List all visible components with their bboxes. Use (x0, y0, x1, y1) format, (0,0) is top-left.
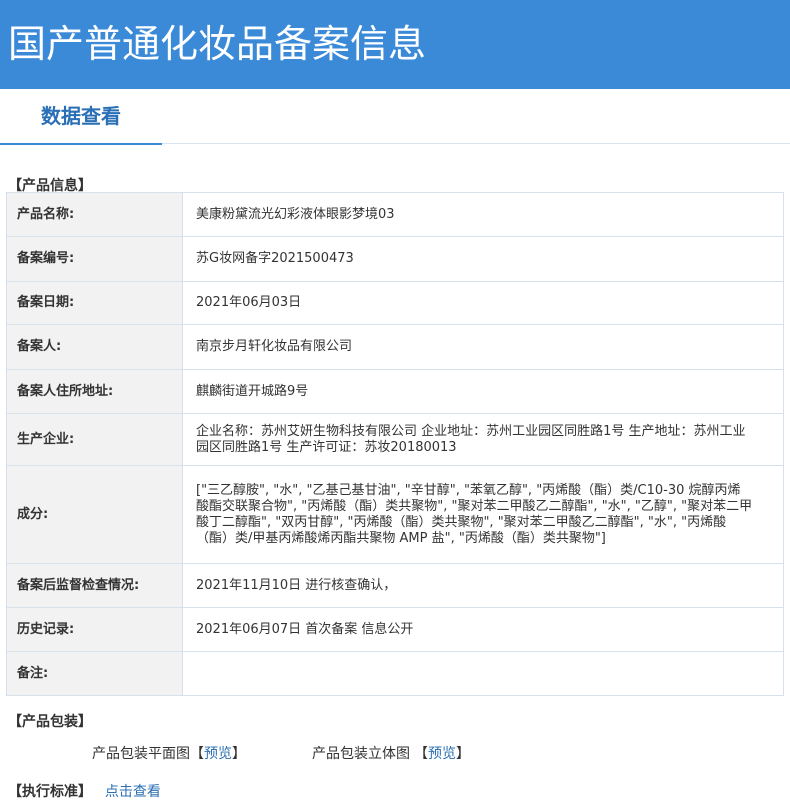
table-row: 历史记录: 2021年06月07日 首次备案 信息公开 (6, 607, 784, 652)
table-row: 产品名称: 美康粉黛流光幻彩液体眼影梦境03 (6, 192, 784, 237)
packaging-3d-item: 产品包装立体图 【预览】 (312, 743, 470, 763)
table-row: 备案编号: 苏G妆网备字2021500473 (6, 236, 784, 282)
product-name-value: 美康粉黛流光幻彩液体眼影梦境03 (182, 192, 784, 237)
product-info-table: 产品名称: 美康粉黛流光幻彩液体眼影梦境03 备案编号: 苏G妆网备字20215… (6, 192, 784, 696)
tab-divider (162, 143, 790, 144)
table-row: 生产企业: 企业名称：苏州艾妍生物科技有限公司 企业地址：苏州工业园区同胜路1号… (6, 413, 784, 466)
ingredients-label: 成分: (6, 465, 183, 564)
filer-value: 南京步月轩化妆品有限公司 (182, 324, 784, 370)
remarks-value (182, 651, 784, 696)
packaging-flat-preview-link[interactable]: 预览 (204, 746, 232, 762)
table-row: 备案日期: 2021年06月03日 (6, 281, 784, 325)
filing-number-value: 苏G妆网备字2021500473 (182, 236, 784, 282)
packaging-flat-label: 产品包装平面图 (92, 746, 190, 762)
packaging-heading: 【产品包装】 (8, 714, 92, 730)
manufacturer-label: 生产企业: (6, 413, 183, 466)
table-row: 备案人: 南京步月轩化妆品有限公司 (6, 324, 784, 370)
history-label: 历史记录: (6, 607, 183, 652)
remarks-label: 备注: (6, 651, 183, 696)
page-title: 国产普通化妆品备案信息 (8, 22, 427, 66)
bracket-open: 【 (414, 746, 428, 762)
post-inspection-label: 备案后监督检查情况: (6, 563, 183, 608)
standard-heading-text: 【执行标准】 (8, 784, 92, 800)
product-name-label: 产品名称: (6, 192, 183, 237)
filer-address-label: 备案人住所地址: (6, 369, 183, 414)
tab-data-view[interactable]: 数据查看 (0, 89, 162, 145)
manufacturer-value: 企业名称：苏州艾妍生物科技有限公司 企业地址：苏州工业园区同胜路1号 生产地址：… (182, 413, 784, 466)
packaging-3d-preview-link[interactable]: 预览 (428, 746, 456, 762)
filing-number-label: 备案编号: (6, 236, 183, 282)
post-inspection-value: 2021年11月10日 进行核查确认， (182, 563, 784, 608)
history-value: 2021年06月07日 首次备案 信息公开 (182, 607, 784, 652)
standard-heading: 【执行标准】 点击查看 (8, 781, 161, 801)
table-row: 备案人住所地址: 麒麟街道开城路9号 (6, 369, 784, 414)
filer-address-value: 麒麟街道开城路9号 (182, 369, 784, 414)
standard-view-link[interactable]: 点击查看 (105, 784, 161, 800)
page-header: 国产普通化妆品备案信息 (0, 0, 790, 89)
tab-bar: 数据查看 (0, 89, 790, 145)
filing-date-value: 2021年06月03日 (182, 281, 784, 325)
ingredients-value: ["三乙醇胺", "水", "乙基己基甘油", "辛甘醇", "苯氧乙醇", "… (182, 465, 784, 564)
filing-date-label: 备案日期: (6, 281, 183, 325)
table-row: 备案后监督检查情况: 2021年11月10日 进行核查确认， (6, 563, 784, 608)
bracket-close: 】 (232, 746, 246, 762)
packaging-flat-item: 产品包装平面图【预览】 (92, 743, 246, 763)
table-row: 备注: (6, 651, 784, 696)
table-row: 成分: ["三乙醇胺", "水", "乙基己基甘油", "辛甘醇", "苯氧乙醇… (6, 465, 784, 564)
bracket-open: 【 (190, 746, 204, 762)
filer-label: 备案人: (6, 324, 183, 370)
packaging-3d-label: 产品包装立体图 (312, 746, 410, 762)
tab-data-view-label: 数据查看 (41, 104, 121, 128)
bracket-close: 】 (456, 746, 470, 762)
